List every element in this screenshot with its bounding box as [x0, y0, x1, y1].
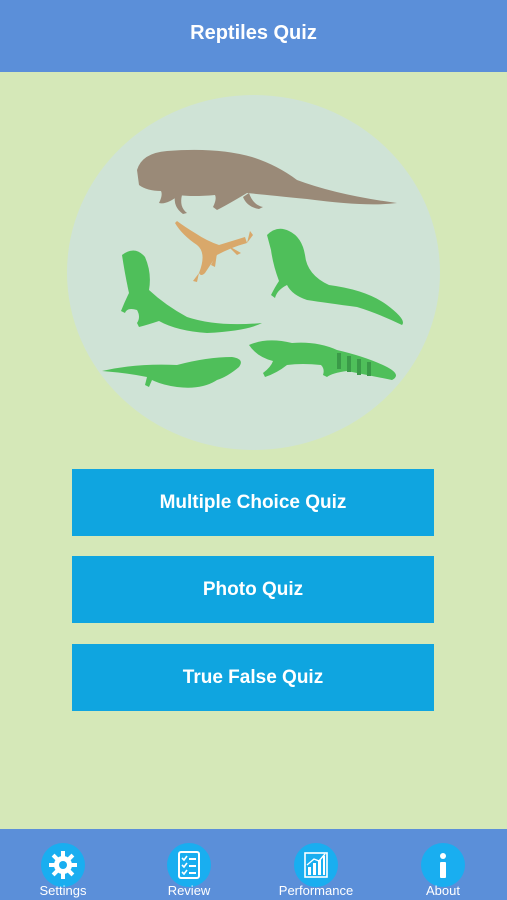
info-icon — [421, 843, 465, 887]
bar-chart-icon — [294, 843, 338, 887]
true-false-quiz-button[interactable]: True False Quiz — [72, 644, 434, 711]
iguana-right-figure — [267, 228, 403, 325]
gecko-figure — [175, 221, 253, 282]
multiple-choice-quiz-button[interactable]: Multiple Choice Quiz — [72, 469, 434, 536]
komodo-dragon-figure — [137, 149, 397, 214]
tab-about[interactable]: About — [388, 829, 498, 900]
tab-about-label: About — [426, 883, 460, 898]
page-title: Reptiles Quiz — [190, 21, 317, 44]
tab-review[interactable]: Review — [134, 829, 244, 900]
gear-icon — [41, 843, 85, 887]
lizard-bottom-left-figure — [102, 357, 241, 388]
tab-settings-label: Settings — [39, 883, 87, 898]
tab-performance-label: Performance — [278, 883, 354, 898]
app-header: Reptiles Quiz — [0, 0, 507, 72]
tab-review-label: Review — [167, 883, 211, 898]
lizards-illustration — [102, 149, 403, 388]
tab-settings[interactable]: Settings — [8, 829, 118, 900]
lizard-left-figure — [121, 250, 262, 333]
reptiles-illustration — [67, 95, 440, 450]
checklist-icon — [167, 843, 211, 887]
photo-quiz-button[interactable]: Photo Quiz — [72, 556, 434, 623]
tab-performance[interactable]: Performance — [261, 829, 371, 900]
iguana-bottom-right-figure — [249, 340, 396, 380]
bottom-tab-bar: Settings Review Performance About — [0, 829, 507, 900]
